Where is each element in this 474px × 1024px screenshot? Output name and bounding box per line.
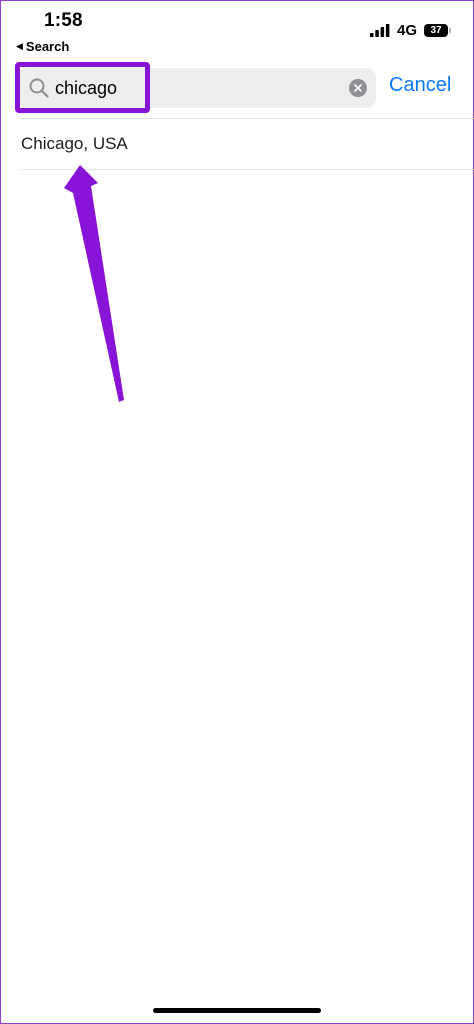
status-time: 1:58 xyxy=(44,10,83,31)
back-to-search-link[interactable]: ◀ Search xyxy=(16,39,69,54)
back-label: Search xyxy=(25,39,70,54)
cancel-button[interactable]: Cancel xyxy=(389,74,451,97)
home-indicator xyxy=(153,1008,321,1013)
search-input[interactable] xyxy=(55,74,335,102)
battery-icon: 37 xyxy=(424,24,451,37)
search-result-item[interactable]: Chicago, USA xyxy=(20,118,474,170)
battery-level: 37 xyxy=(430,24,442,36)
clear-search-button[interactable] xyxy=(349,79,367,97)
search-icon xyxy=(29,78,49,98)
signal-bars-icon xyxy=(369,24,390,37)
result-label: Chicago, USA xyxy=(21,134,128,153)
network-type: 4G xyxy=(396,22,417,39)
clear-icon xyxy=(354,84,362,92)
status-indicators: 4G 37 xyxy=(369,22,451,39)
back-triangle-icon: ◀ xyxy=(16,41,23,51)
